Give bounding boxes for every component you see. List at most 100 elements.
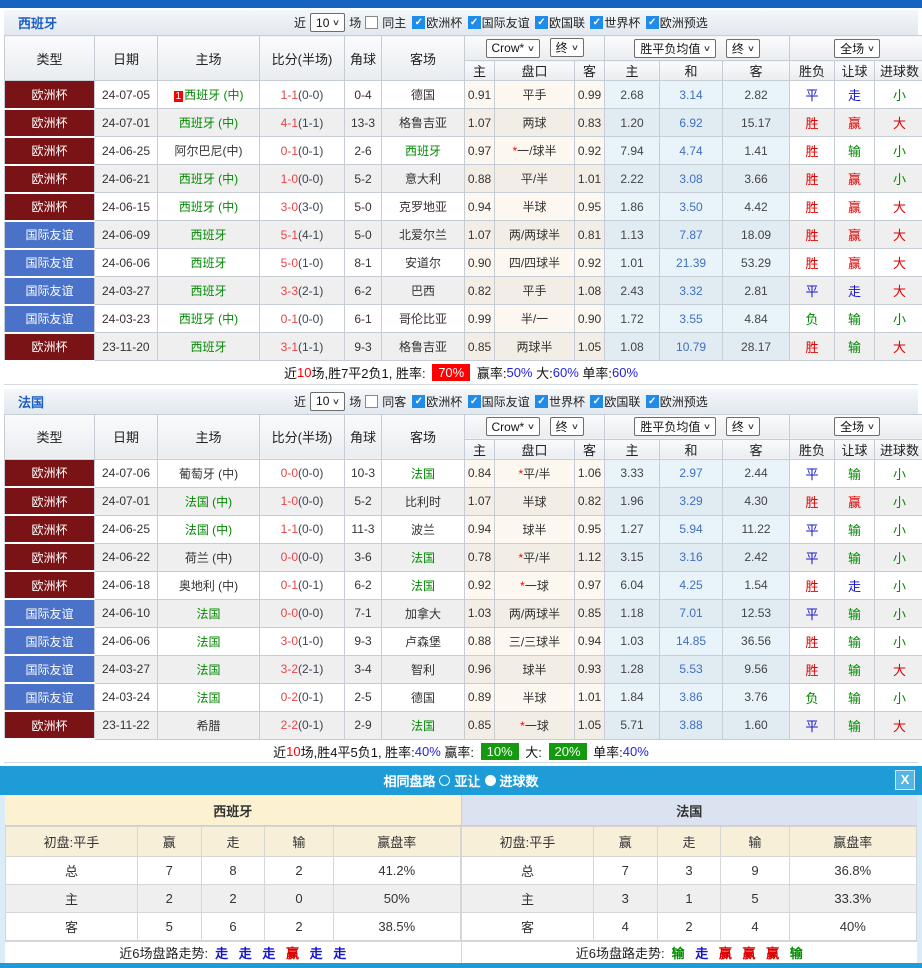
avg-away-odds: 18.09 bbox=[723, 221, 790, 249]
league-filter[interactable]: ✓国际友谊 bbox=[468, 393, 530, 410]
avg-odds-select[interactable]: 胜平负均值∨ bbox=[634, 39, 716, 58]
summary-part: 近 bbox=[273, 742, 286, 761]
col-wdl: 胜负 bbox=[790, 61, 835, 81]
close-icon[interactable]: X bbox=[895, 770, 915, 790]
stat-lose: 4 bbox=[721, 913, 789, 941]
result-handicap: 输 bbox=[835, 655, 875, 683]
avg-odds-select[interactable]: 胜平负均值∨ bbox=[634, 417, 716, 436]
same-home-checkbox[interactable] bbox=[365, 16, 378, 29]
league-filter[interactable]: ✓欧洲预选 bbox=[646, 393, 708, 410]
scope-select[interactable]: 全场∨ bbox=[834, 39, 880, 58]
stat-scope: 总 bbox=[462, 857, 594, 885]
corner-score: 5-0 bbox=[345, 193, 382, 221]
match-date: 24-07-06 bbox=[95, 459, 158, 487]
match-row: 国际友谊 24-03-27 法国 3-2(2-1) 3-4 智利 0.96 球半… bbox=[5, 655, 922, 683]
league-filter[interactable]: ✓国际友谊 bbox=[468, 14, 530, 31]
result-handicap: 输 bbox=[835, 599, 875, 627]
stat-winrate: 33.3% bbox=[789, 885, 916, 913]
league-filter[interactable]: ✓世界杯 bbox=[590, 14, 640, 31]
stat-row: 客 5 6 2 38.5% bbox=[6, 913, 461, 941]
league-filter[interactable]: ✓世界杯 bbox=[535, 393, 585, 410]
result-handicap: 走 bbox=[835, 81, 875, 109]
handicap-away-odds: 0.93 bbox=[575, 655, 605, 683]
result-handicap: 输 bbox=[835, 459, 875, 487]
col-home: 主场 bbox=[158, 36, 260, 81]
away-team: 法国 bbox=[382, 711, 465, 739]
home-team: 西班牙 (中) bbox=[158, 165, 260, 193]
match-score: 0-0(0-0) bbox=[260, 543, 345, 571]
col-avg-home: 主 bbox=[605, 439, 660, 459]
avg-home-odds: 1.18 bbox=[605, 599, 660, 627]
stat-col-lose: 输 bbox=[721, 827, 789, 857]
final-select[interactable]: 终∨ bbox=[726, 417, 760, 436]
league-checkbox[interactable]: ✓ bbox=[535, 395, 548, 408]
league-checkbox[interactable]: ✓ bbox=[590, 16, 603, 29]
same-away-checkbox[interactable] bbox=[365, 395, 378, 408]
col-handicap-home: 主 bbox=[465, 439, 495, 459]
league-checkbox[interactable]: ✓ bbox=[646, 16, 659, 29]
chevron-down-icon: ∨ bbox=[571, 43, 579, 52]
match-score: 0-0(0-0) bbox=[260, 599, 345, 627]
avg-away-odds: 3.66 bbox=[723, 165, 790, 193]
corner-score: 6-1 bbox=[345, 305, 382, 333]
result-goals: 小 bbox=[875, 459, 922, 487]
bottom-bar bbox=[0, 963, 922, 968]
result-goals: 大 bbox=[875, 333, 922, 361]
match-type-badge: 欧洲杯 bbox=[5, 109, 95, 137]
corner-score: 10-3 bbox=[345, 459, 382, 487]
recent-count-select[interactable]: 10∨ bbox=[310, 392, 345, 411]
match-score: 3-0(3-0) bbox=[260, 193, 345, 221]
avg-away-odds: 53.29 bbox=[723, 249, 790, 277]
match-score: 0-1(0-0) bbox=[260, 305, 345, 333]
league-filter[interactable]: ✓欧洲杯 bbox=[412, 14, 462, 31]
stat-winrate: 40% bbox=[789, 913, 916, 941]
match-score: 5-1(4-1) bbox=[260, 221, 345, 249]
avg-away-odds: 9.56 bbox=[723, 655, 790, 683]
handicap-away-odds: 1.08 bbox=[575, 277, 605, 305]
league-filter[interactable]: ✓欧洲杯 bbox=[412, 393, 462, 410]
result-handicap: 输 bbox=[835, 711, 875, 739]
avg-draw-odds: 5.53 bbox=[660, 655, 723, 683]
col-handicap-line: 盘口 bbox=[495, 61, 575, 81]
league-checkbox[interactable]: ✓ bbox=[535, 16, 548, 29]
league-checkbox[interactable]: ✓ bbox=[468, 16, 481, 29]
league-checkbox[interactable]: ✓ bbox=[412, 16, 425, 29]
league-filter[interactable]: ✓欧洲预选 bbox=[646, 14, 708, 31]
bookmaker-select[interactable]: Crow*∨ bbox=[486, 39, 541, 58]
handicap-line: 平手 bbox=[495, 81, 575, 109]
corner-score: 11-3 bbox=[345, 515, 382, 543]
final-select[interactable]: 终∨ bbox=[726, 39, 760, 58]
league-checkbox[interactable]: ✓ bbox=[646, 395, 659, 408]
col-home: 主场 bbox=[158, 414, 260, 459]
asian-handicap-radio[interactable] bbox=[439, 775, 450, 786]
final-select[interactable]: 终∨ bbox=[550, 38, 584, 57]
home-team: 法国 (中) bbox=[158, 487, 260, 515]
stat-winrate: 41.2% bbox=[333, 857, 460, 885]
away-team: 巴西 bbox=[382, 277, 465, 305]
bookmaker-select[interactable]: Crow*∨ bbox=[486, 417, 541, 436]
avg-draw-odds: 3.86 bbox=[660, 683, 723, 711]
same-away-label: 同客 bbox=[382, 393, 406, 410]
recent-count-select[interactable]: 10∨ bbox=[310, 13, 345, 32]
match-date: 24-07-01 bbox=[95, 487, 158, 515]
league-checkbox[interactable]: ✓ bbox=[590, 395, 603, 408]
stat-winrate: 50% bbox=[333, 885, 460, 913]
league-filter[interactable]: ✓欧国联 bbox=[535, 14, 585, 31]
match-type-badge: 国际友谊 bbox=[5, 655, 95, 683]
league-checkbox[interactable]: ✓ bbox=[412, 395, 425, 408]
avg-away-odds: 4.30 bbox=[723, 487, 790, 515]
result-wdl: 负 bbox=[790, 683, 835, 711]
league-filter[interactable]: ✓欧国联 bbox=[590, 393, 640, 410]
summary-part: 50% bbox=[506, 365, 532, 380]
goals-radio[interactable] bbox=[485, 775, 496, 786]
league-checkbox[interactable]: ✓ bbox=[468, 395, 481, 408]
final-select[interactable]: 终∨ bbox=[550, 417, 584, 436]
result-goals: 小 bbox=[875, 571, 922, 599]
spain-title: 西班牙 bbox=[18, 13, 57, 32]
handicap-home-odds: 0.99 bbox=[465, 305, 495, 333]
match-type-badge: 欧洲杯 bbox=[5, 711, 95, 739]
france-trend: 近6场盘路走势: 输 走 赢 赢 赢 输 bbox=[462, 942, 918, 963]
match-row: 欧洲杯 24-06-21 西班牙 (中) 1-0(0-0) 5-2 意大利 0.… bbox=[5, 165, 922, 193]
scope-select[interactable]: 全场∨ bbox=[834, 417, 880, 436]
match-date: 24-06-10 bbox=[95, 599, 158, 627]
